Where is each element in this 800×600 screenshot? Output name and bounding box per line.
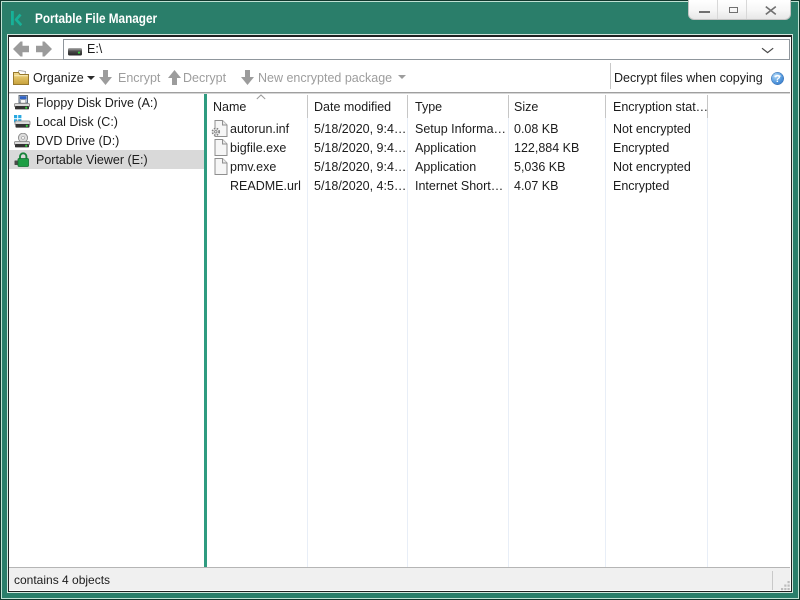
svg-text:?: ?	[774, 74, 780, 85]
